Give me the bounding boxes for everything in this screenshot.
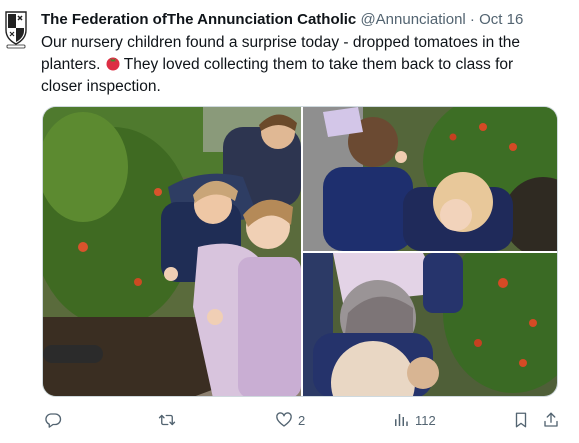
timestamp[interactable]: Oct 16 <box>479 11 523 28</box>
views-count: 112 <box>415 412 436 428</box>
share-icon <box>544 412 558 427</box>
school-crest-avatar[interactable] <box>4 10 28 50</box>
views-chart-icon <box>395 414 408 426</box>
tweet-text-line-2-start: planters. <box>41 56 105 73</box>
photo-2-image <box>303 107 557 251</box>
photo-children-close-up[interactable] <box>303 253 557 396</box>
tweet-text-line-2-end: They loved collecting them to take them … <box>123 56 514 73</box>
like-button[interactable]: 2 <box>275 408 305 432</box>
share-button[interactable] <box>542 408 560 432</box>
display-name[interactable]: The Federation ofThe Annunciation Cathol… <box>41 11 356 28</box>
retweet-button[interactable] <box>158 408 181 432</box>
retweet-icon <box>158 414 176 426</box>
tomato-emoji-icon <box>106 57 120 71</box>
tweet-text-line-1: Our nursery children found a surprise to… <box>41 34 521 51</box>
tweet-text-line-3: closer inspection. <box>41 78 161 95</box>
handle[interactable]: @Annunciationl <box>360 11 465 28</box>
separator: · <box>469 11 475 28</box>
heart-icon <box>276 412 292 427</box>
bookmark-button[interactable] <box>512 408 530 432</box>
photo-children-at-planter[interactable] <box>43 107 301 396</box>
school-crest-icon <box>5 11 27 49</box>
photo-children-picking-tomatoes[interactable] <box>303 107 557 251</box>
views-button[interactable]: 112 <box>392 408 436 432</box>
photo-3-image <box>303 253 557 396</box>
photo-1-image <box>43 107 301 396</box>
like-count: 2 <box>298 412 306 428</box>
bookmark-icon <box>515 412 527 428</box>
reply-button[interactable] <box>44 408 67 432</box>
tweet-action-bar: 2 112 <box>42 408 562 432</box>
tweet-text-line-2: planters. They loved collecting them to … <box>41 54 561 76</box>
reply-icon <box>45 413 62 428</box>
media-grid <box>42 106 558 397</box>
tweet-text: Our nursery children found a surprise to… <box>41 32 561 98</box>
tweet-header: The Federation ofThe Annunciation Cathol… <box>41 10 573 30</box>
